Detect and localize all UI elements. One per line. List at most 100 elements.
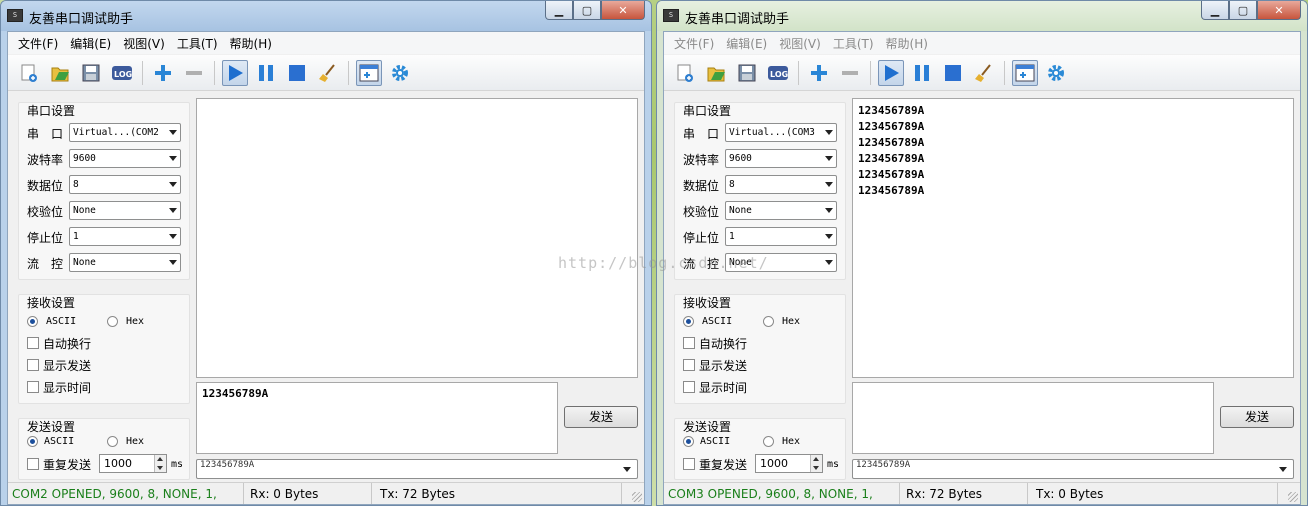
minimize-button[interactable]: ▁ [1201, 1, 1229, 20]
open-icon[interactable] [47, 60, 73, 86]
stop-icon[interactable] [940, 60, 966, 86]
menu-view[interactable]: 视图(V) [773, 35, 827, 52]
plus-icon[interactable] [806, 60, 832, 86]
radio-off-icon[interactable] [763, 435, 774, 447]
menu-edit[interactable]: 编辑(E) [720, 35, 773, 52]
send-hex-radio[interactable]: Hex [107, 431, 144, 451]
data-select[interactable]: 8 [725, 175, 837, 194]
receive-area[interactable]: 123456789A 123456789A 123456789A 123456789A… [852, 98, 1294, 378]
minus-icon[interactable] [181, 60, 207, 86]
close-button[interactable]: ✕ [601, 1, 645, 20]
chevron-down-icon[interactable] [825, 208, 833, 213]
send-ascii-radio[interactable]: ASCII [27, 431, 74, 451]
checkbox-icon[interactable] [683, 381, 695, 393]
chevron-down-icon[interactable] [825, 156, 833, 161]
checkbox-icon[interactable] [683, 359, 695, 371]
repeat-send-checkbox[interactable]: 重复发送 [27, 454, 91, 474]
radio-off-icon[interactable] [763, 315, 774, 327]
settings-gear-icon[interactable] [387, 60, 413, 86]
spin-arrows-icon[interactable] [154, 455, 166, 472]
data-select[interactable]: 8 [69, 175, 181, 194]
flow-select[interactable]: None [69, 253, 181, 272]
radio-on-icon[interactable] [27, 315, 38, 327]
broom-icon[interactable] [315, 60, 341, 86]
window-add-icon[interactable] [356, 59, 382, 86]
recv-ascii-radio[interactable]: ASCII [27, 311, 76, 331]
save-icon[interactable] [78, 60, 104, 86]
chevron-down-icon[interactable] [825, 260, 833, 265]
close-button[interactable]: ✕ [1257, 1, 1301, 20]
menu-help[interactable]: 帮助(H) [224, 35, 278, 52]
chevron-down-icon[interactable] [825, 182, 833, 187]
minus-icon[interactable] [837, 60, 863, 86]
menu-edit[interactable]: 编辑(E) [64, 35, 117, 52]
chevron-down-icon[interactable] [623, 467, 631, 472]
chevron-down-icon[interactable] [169, 208, 177, 213]
send-ascii-radio[interactable]: ASCII [683, 431, 730, 451]
play-icon[interactable] [222, 59, 248, 86]
radio-on-icon[interactable] [683, 315, 694, 327]
port-select[interactable]: Virtual...(COM3 [725, 123, 837, 142]
autowrap-checkbox[interactable]: 自动换行 [683, 333, 747, 353]
radio-off-icon[interactable] [107, 435, 118, 447]
autowrap-checkbox[interactable]: 自动换行 [27, 333, 91, 353]
menu-view[interactable]: 视图(V) [117, 35, 171, 52]
chevron-down-icon[interactable] [169, 156, 177, 161]
interval-spinbox[interactable]: 1000 [99, 454, 167, 473]
title-bar[interactable]: S 友善串口调试助手 ▁ ▢ ✕ [657, 1, 1307, 31]
log-icon[interactable]: LOG [109, 60, 135, 86]
port-select[interactable]: Virtual...(COM2 [69, 123, 181, 142]
interval-spinbox[interactable]: 1000 [755, 454, 823, 473]
save-icon[interactable] [734, 60, 760, 86]
checkbox-icon[interactable] [27, 337, 39, 349]
checkbox-icon[interactable] [27, 381, 39, 393]
chevron-down-icon[interactable] [825, 234, 833, 239]
pause-icon[interactable] [253, 60, 279, 86]
minimize-button[interactable]: ▁ [545, 1, 573, 20]
stop-icon[interactable] [284, 60, 310, 86]
checkbox-icon[interactable] [683, 458, 695, 470]
recv-hex-radio[interactable]: Hex [107, 311, 144, 331]
log-icon[interactable]: LOG [765, 60, 791, 86]
chevron-down-icon[interactable] [825, 130, 833, 135]
spin-arrows-icon[interactable] [810, 455, 822, 472]
maximize-button[interactable]: ▢ [1229, 1, 1257, 20]
parity-select[interactable]: None [725, 201, 837, 220]
receive-area[interactable] [196, 98, 638, 378]
send-history-select[interactable]: 123456789A [852, 459, 1294, 479]
recv-hex-radio[interactable]: Hex [763, 311, 800, 331]
chevron-down-icon[interactable] [169, 182, 177, 187]
baud-select[interactable]: 9600 [725, 149, 837, 168]
stop-select[interactable]: 1 [69, 227, 181, 246]
open-icon[interactable] [703, 60, 729, 86]
title-bar[interactable]: S 友善串口调试助手 ▁ ▢ ✕ [1, 1, 651, 31]
show-time-checkbox[interactable]: 显示时间 [27, 377, 91, 397]
show-time-checkbox[interactable]: 显示时间 [683, 377, 747, 397]
resize-grip-icon[interactable] [632, 492, 642, 502]
checkbox-icon[interactable] [27, 458, 39, 470]
new-icon[interactable] [672, 60, 698, 86]
checkbox-icon[interactable] [27, 359, 39, 371]
menu-file[interactable]: 文件(F) [12, 35, 64, 52]
pause-icon[interactable] [909, 60, 935, 86]
send-input[interactable]: 123456789A [196, 382, 558, 454]
chevron-down-icon[interactable] [169, 234, 177, 239]
show-send-checkbox[interactable]: 显示发送 [683, 355, 747, 375]
menu-tools[interactable]: 工具(T) [827, 35, 880, 52]
send-input[interactable] [852, 382, 1214, 454]
radio-off-icon[interactable] [107, 315, 118, 327]
chevron-down-icon[interactable] [169, 260, 177, 265]
radio-on-icon[interactable] [27, 435, 38, 447]
stop-select[interactable]: 1 [725, 227, 837, 246]
baud-select[interactable]: 9600 [69, 149, 181, 168]
maximize-button[interactable]: ▢ [573, 1, 601, 20]
menu-help[interactable]: 帮助(H) [880, 35, 934, 52]
radio-on-icon[interactable] [683, 435, 694, 447]
recv-ascii-radio[interactable]: ASCII [683, 311, 732, 331]
checkbox-icon[interactable] [683, 337, 695, 349]
chevron-down-icon[interactable] [169, 130, 177, 135]
broom-icon[interactable] [971, 60, 997, 86]
send-history-select[interactable]: 123456789A [196, 459, 638, 479]
menu-tools[interactable]: 工具(T) [171, 35, 224, 52]
show-send-checkbox[interactable]: 显示发送 [27, 355, 91, 375]
